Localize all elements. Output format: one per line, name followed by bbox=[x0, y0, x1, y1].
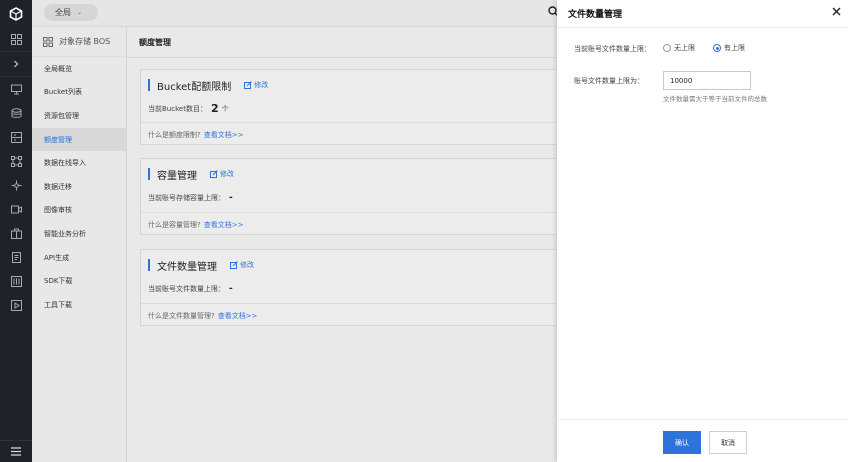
file-count-card: 文件数量管理 修改 当前账号文件数量上限： - 什么是文件数量管理? 查看文档>> bbox=[140, 249, 561, 326]
play-icon[interactable] bbox=[0, 293, 32, 317]
storage-icon[interactable] bbox=[0, 125, 32, 149]
sidebar-item-tool-download[interactable]: 工具下载 bbox=[32, 293, 126, 317]
sidebar-item-bucket-list[interactable]: Bucket列表 bbox=[32, 81, 126, 105]
count-hint: 文件数量需大于等于当前文件的总数 bbox=[663, 95, 767, 103]
file-count-value: - bbox=[229, 284, 233, 294]
monitor-icon[interactable] bbox=[0, 77, 32, 101]
radio-circle bbox=[713, 44, 721, 52]
edit-button[interactable]: 修改 bbox=[230, 260, 254, 270]
card-title: 容量管理 bbox=[157, 170, 197, 182]
grid-icon[interactable] bbox=[0, 27, 32, 51]
sidebar-item-business-analysis[interactable]: 智能业务分析 bbox=[32, 222, 126, 246]
video-icon[interactable] bbox=[0, 197, 32, 221]
sidebar-item-data-migration[interactable]: 数据迁移 bbox=[32, 175, 126, 199]
help-row: 什么是文件数量管理? 查看文档>> bbox=[148, 312, 258, 320]
edit-icon bbox=[230, 261, 238, 269]
file-count-drawer: 文件数量管理 当前账号文件数量上限： 无上限 有上限 账号文件数量上限为： 文件… bbox=[557, 0, 848, 462]
capacity-limit-value: - bbox=[229, 193, 233, 203]
close-icon[interactable] bbox=[832, 7, 841, 18]
card-title: 文件数量管理 bbox=[157, 261, 217, 273]
briefcase-icon[interactable] bbox=[0, 221, 32, 245]
edit-button[interactable]: 修改 bbox=[210, 169, 234, 179]
bos-grid-icon bbox=[43, 36, 53, 47]
view-docs-link[interactable]: 查看文档>> bbox=[204, 131, 244, 139]
database-icon[interactable] bbox=[0, 101, 32, 125]
edit-icon bbox=[210, 170, 218, 178]
cross-nodes-icon[interactable] bbox=[0, 173, 32, 197]
confirm-button[interactable]: 确认 bbox=[663, 431, 701, 454]
bucket-count-row: 当前Bucket数目： 2 个 bbox=[148, 102, 229, 115]
edit-button[interactable]: 修改 bbox=[244, 80, 268, 90]
bucket-quota-card: Bucket配额限制 修改 当前Bucket数目： 2 个 什么是额度限制? 查看… bbox=[140, 69, 561, 145]
network-icon[interactable] bbox=[0, 149, 32, 173]
help-row: 什么是容量管理? 查看文档>> bbox=[148, 221, 244, 229]
radio-limited[interactable]: 有上限 bbox=[713, 43, 745, 53]
capacity-limit-row: 当前账号存储容量上限： - bbox=[148, 193, 233, 203]
card-title: Bucket配额限制 bbox=[157, 81, 232, 93]
drawer-title: 文件数量管理 bbox=[568, 10, 623, 20]
help-row: 什么是额度限制? 查看文档>> bbox=[148, 131, 244, 139]
view-docs-link[interactable]: 查看文档>> bbox=[204, 221, 244, 229]
file-count-row: 当前账号文件数量上限： - bbox=[148, 284, 233, 294]
menu-icon[interactable] bbox=[0, 440, 32, 462]
radio-unlimited[interactable]: 无上限 bbox=[663, 43, 695, 53]
icon-rail bbox=[0, 0, 32, 462]
chevron-down-icon: ⌄ bbox=[77, 9, 83, 16]
sidebar-item-overview[interactable]: 全局概览 bbox=[32, 57, 126, 81]
logo-icon[interactable] bbox=[0, 0, 32, 27]
region-label: 全局 bbox=[55, 8, 71, 17]
radio-circle bbox=[663, 44, 671, 52]
sidebar-item-online-import[interactable]: 数据在线导入 bbox=[32, 151, 126, 175]
expand-chevron-icon[interactable] bbox=[0, 51, 32, 77]
bucket-count-value: 2 bbox=[210, 102, 219, 115]
sidebar-item-sdk-download[interactable]: SDK下载 bbox=[32, 269, 126, 293]
edit-icon bbox=[244, 81, 253, 89]
sidebar-item-quota-management[interactable]: 额度管理 bbox=[32, 127, 126, 152]
cancel-button[interactable]: 取消 bbox=[709, 431, 747, 454]
main-content: 额度管理 Bucket配额限制 修改 当前Bucket数目： 2 个 什么是额度… bbox=[127, 27, 561, 462]
service-title: 对象存储 BOS bbox=[32, 27, 126, 57]
limit-label: 当前账号文件数量上限： bbox=[574, 45, 651, 53]
sidebar-item-resource-packages[interactable]: 资源包管理 bbox=[32, 104, 126, 128]
service-sidebar: 对象存储 BOS 全局概览 Bucket列表 资源包管理 额度管理 数据在线导入… bbox=[32, 27, 127, 462]
capacity-card: 容量管理 修改 当前账号存储容量上限： - 什么是容量管理? 查看文档>> bbox=[140, 158, 561, 235]
sidebar-item-image-review[interactable]: 图像审核 bbox=[32, 199, 126, 223]
file-count-input[interactable] bbox=[663, 71, 751, 90]
count-label: 账号文件数量上限为： bbox=[574, 77, 644, 85]
page-title: 额度管理 bbox=[139, 38, 171, 47]
document-icon[interactable] bbox=[0, 245, 32, 269]
barcode-icon[interactable] bbox=[0, 269, 32, 293]
sidebar-item-api-generation[interactable]: API生成 bbox=[32, 246, 126, 270]
region-selector[interactable]: 全局 ⌄ bbox=[44, 4, 98, 21]
view-docs-link[interactable]: 查看文档>> bbox=[218, 312, 258, 320]
